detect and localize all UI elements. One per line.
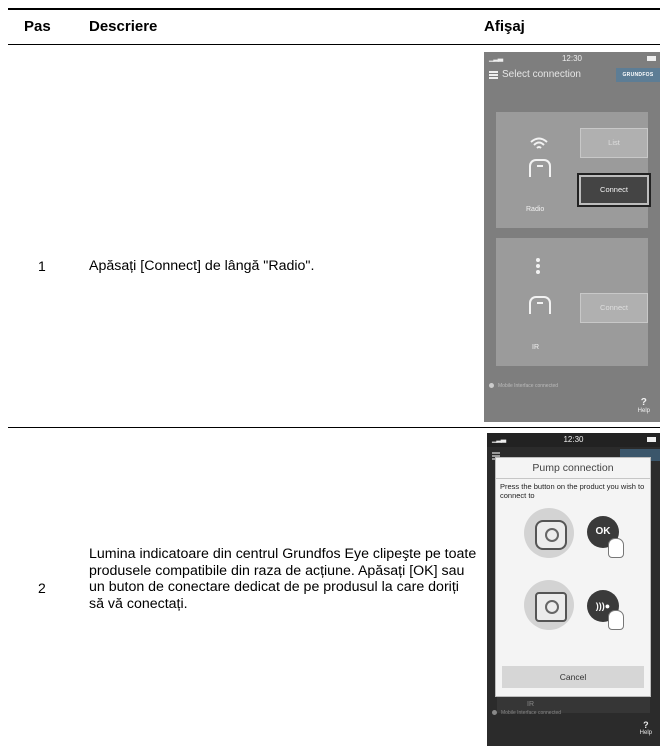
hand-pointer-icon	[608, 610, 624, 630]
battery-icon	[647, 56, 656, 61]
dialog-title: Pump connection	[532, 462, 614, 474]
status-bar: ▁▂▃ 12:30	[484, 52, 660, 66]
ir-label: IR	[527, 701, 534, 708]
step-description-2: Lumina indicatoare din centrul Grundfos …	[89, 546, 477, 612]
radio-indicator-icon	[492, 710, 497, 716]
ir-card: IR Connect	[496, 238, 648, 366]
menu-icon[interactable]	[489, 71, 498, 79]
battery-icon	[647, 437, 656, 442]
pump-product-icon	[524, 580, 574, 630]
help-button[interactable]: ? Help	[637, 397, 650, 415]
mobile-interface-label: Mobile Interface connected	[498, 383, 559, 389]
ir-label: IR	[532, 344, 539, 351]
header-rule	[8, 44, 660, 45]
remote-icon	[529, 159, 551, 177]
mobile-interface-status: Mobile Interface connected	[489, 383, 558, 389]
mobile-interface-status: Mobile Interface connected	[492, 710, 561, 716]
header-descriere: Descriere	[89, 18, 158, 35]
pump-connection-dialog: Pump connection Press the button on the …	[495, 457, 651, 697]
ir-indicator-icon	[536, 258, 540, 276]
list-button[interactable]: List	[580, 128, 648, 158]
ir-connect-button[interactable]: Connect	[580, 293, 648, 323]
radio-indicator-icon	[489, 383, 494, 389]
step-description-1: Apăsați [Connect] de lângă "Radio".	[89, 258, 315, 274]
cancel-button[interactable]: Cancel	[502, 666, 644, 688]
screen-select-connection: ▁▂▃ 12:30 Select connection GRUNDFOS Rad…	[484, 52, 660, 422]
screen-pump-connection: ▁▂▃ 12:30 Pump connection Press the butt…	[487, 433, 660, 746]
wifi-icon	[530, 137, 548, 149]
dialog-divider	[496, 478, 650, 479]
radio-connect-button[interactable]: Connect	[577, 173, 651, 207]
radio-label: Radio	[526, 206, 545, 213]
hand-pointer-icon	[608, 538, 624, 558]
radio-card: Radio List Connect	[496, 112, 651, 228]
help-icon: ?	[643, 720, 649, 730]
step-number-1: 1	[38, 258, 46, 274]
remote-icon	[529, 296, 551, 314]
help-icon: ?	[640, 397, 647, 408]
help-button[interactable]: ? Help	[639, 720, 652, 737]
header-pas: Pas	[24, 18, 51, 35]
screen-title: Select connection	[502, 69, 581, 80]
status-time: 12:30	[563, 435, 584, 444]
mobile-interface-label: Mobile Interface connected	[501, 710, 562, 716]
status-time: 12:30	[561, 54, 583, 63]
radio-waves-icon: )))●	[595, 601, 611, 611]
help-label: Help	[637, 408, 650, 414]
status-bar: ▁▂▃ 12:30	[487, 433, 660, 447]
brand-logo: GRUNDFOS	[616, 68, 660, 82]
pump-eye-icon	[524, 508, 574, 558]
table-top-rule	[8, 8, 660, 10]
dialog-instruction: Press the button on the product you wish…	[500, 482, 645, 500]
help-label: Help	[639, 730, 652, 736]
title-bar: Select connection GRUNDFOS	[484, 66, 660, 84]
step-number-2: 2	[38, 580, 46, 596]
row-divider	[8, 427, 660, 428]
header-afisaj: Afişaj	[484, 18, 525, 35]
